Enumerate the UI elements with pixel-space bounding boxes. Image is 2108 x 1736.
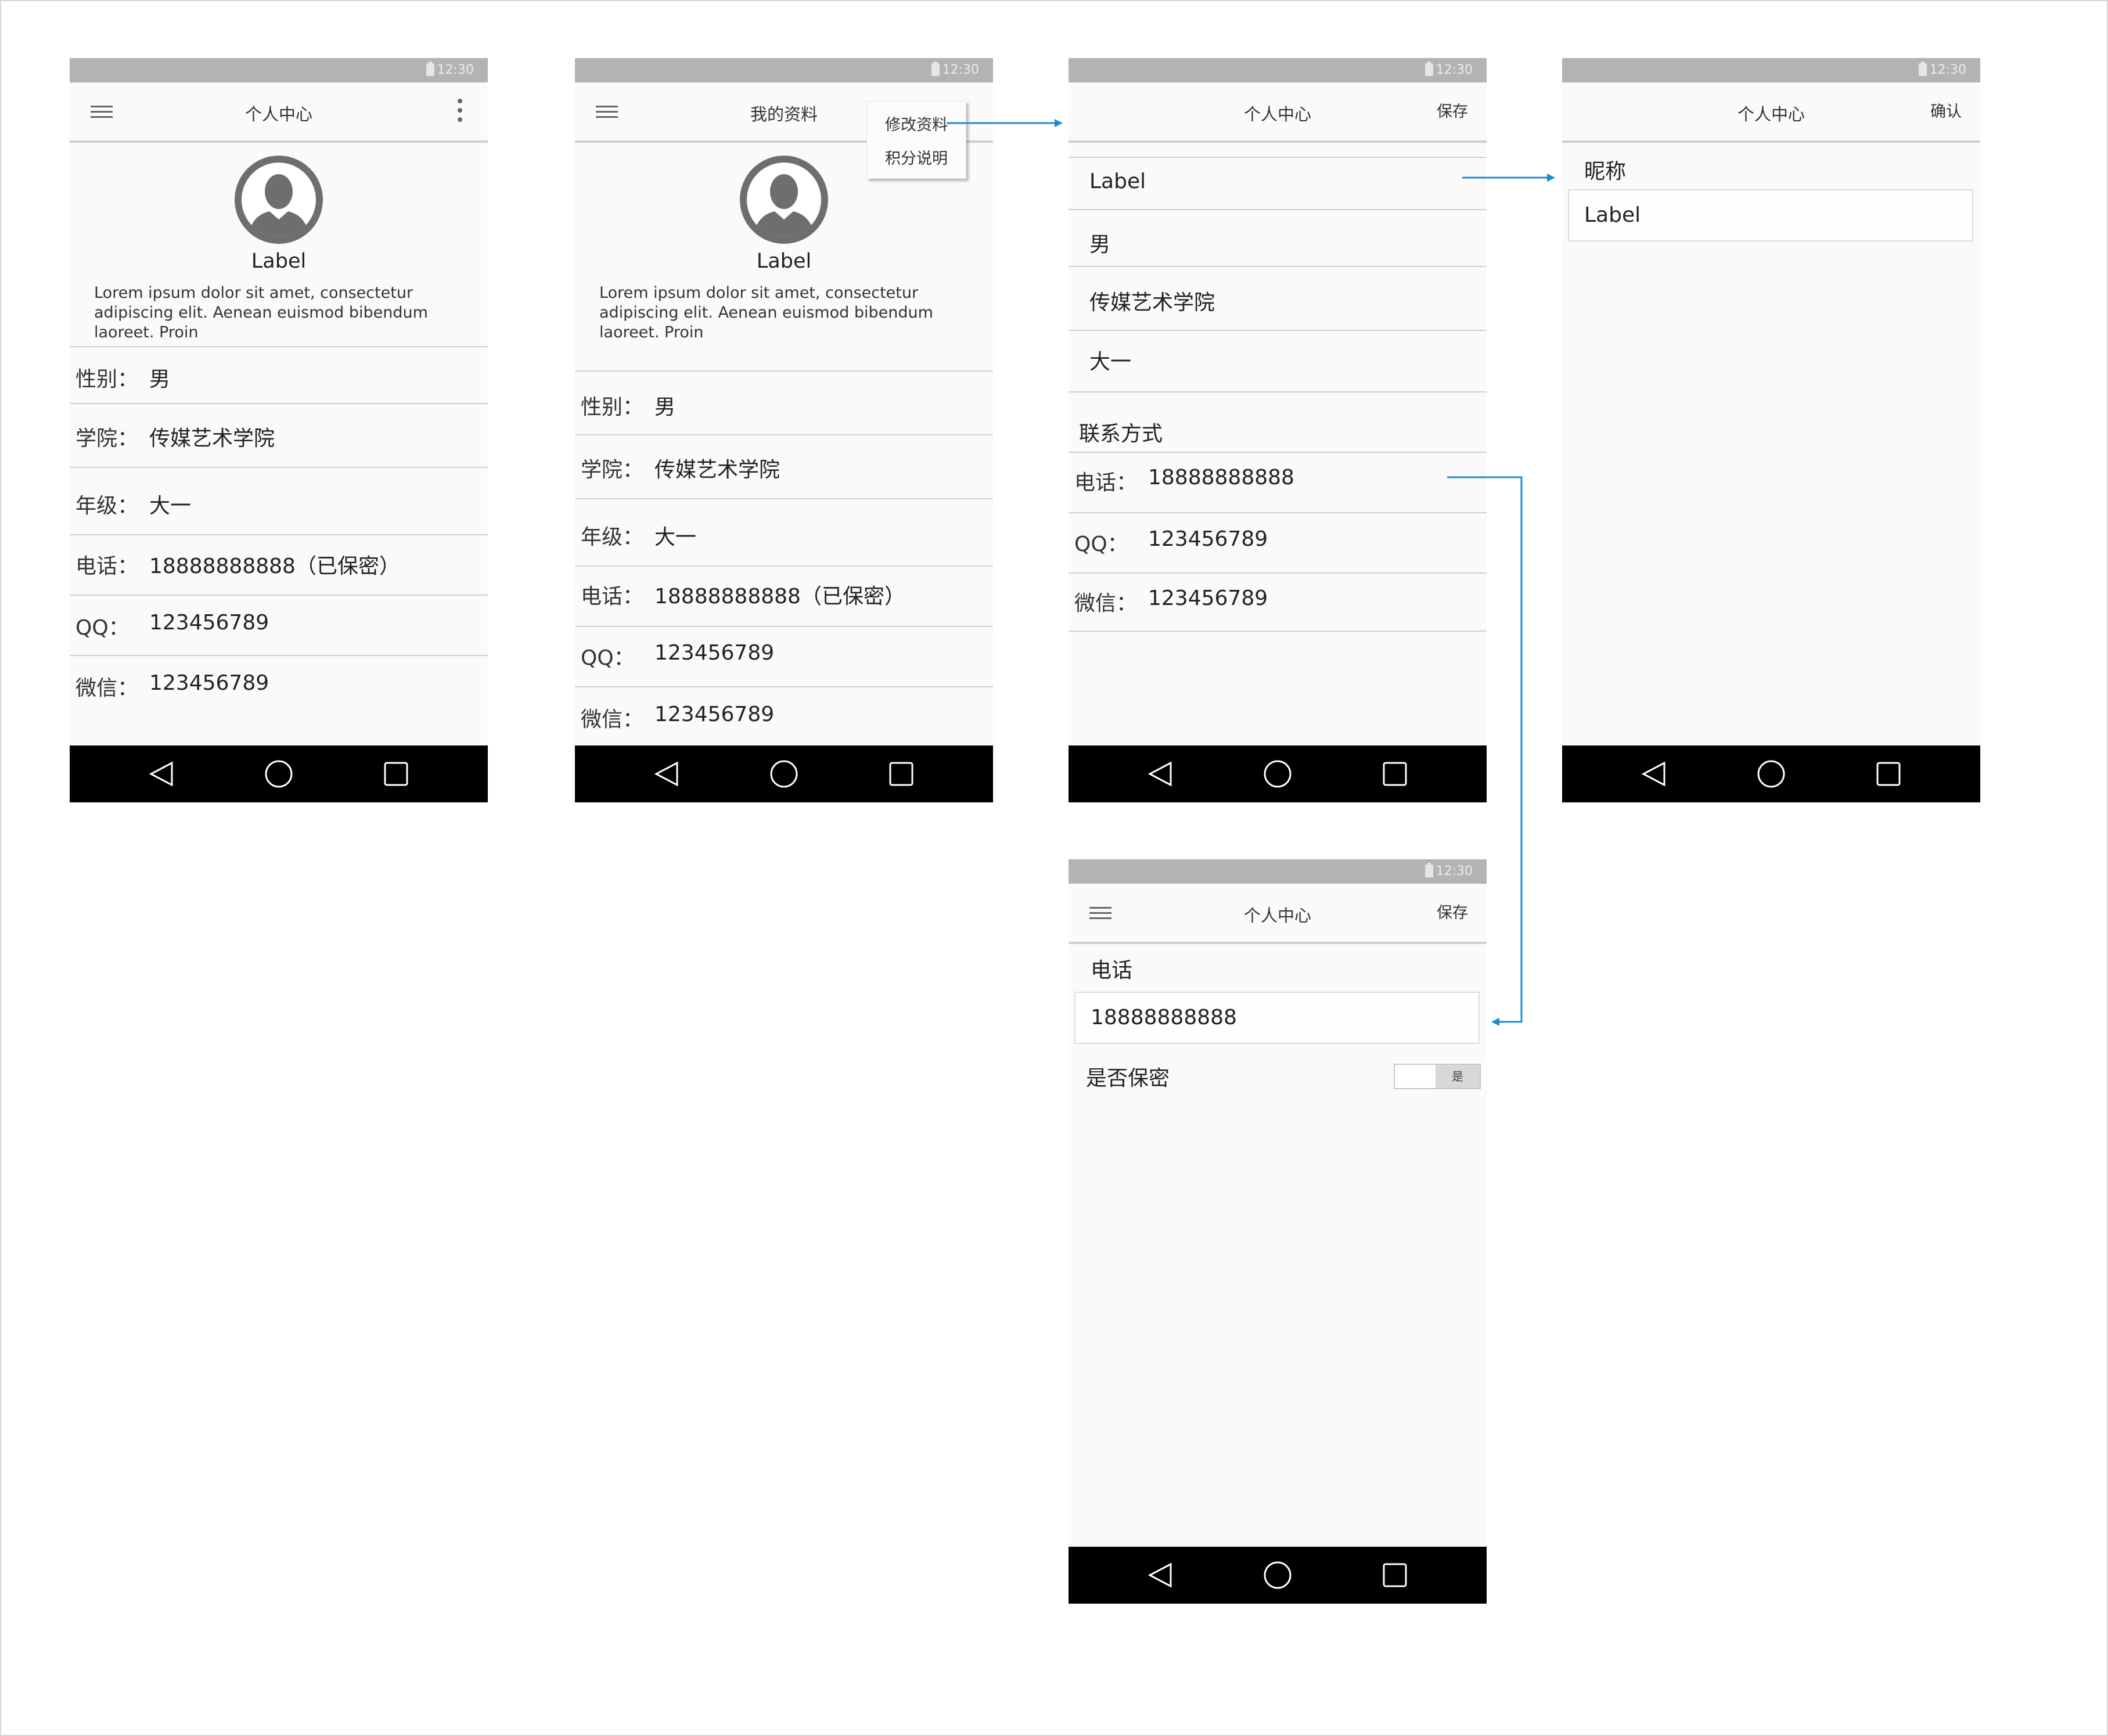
arrow-head — [1547, 174, 1555, 182]
arrow-head — [1491, 1018, 1499, 1026]
connector-phone-to-edit — [1447, 476, 1523, 1023]
arrow-head — [1055, 119, 1063, 127]
flow-connectors — [947, 119, 1555, 1026]
